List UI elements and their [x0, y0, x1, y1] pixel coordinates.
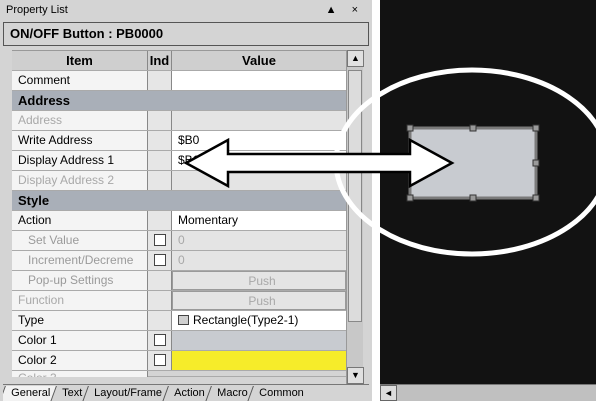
row-label: Set Value — [12, 231, 148, 250]
row-function: Function Push — [12, 291, 346, 311]
tab-general[interactable]: General — [3, 386, 58, 401]
row-action[interactable]: Action Momentary — [12, 211, 346, 231]
type-value-label: Rectangle(Type2-1) — [193, 313, 299, 327]
row-label: Color 3 — [12, 371, 148, 377]
row-label: Display Address 1 — [12, 151, 148, 170]
row-ind — [148, 131, 172, 150]
write-address-value-field[interactable]: $B0 — [172, 131, 346, 150]
row-label: Type — [12, 311, 148, 330]
row-comment[interactable]: Comment — [12, 71, 346, 91]
panel-title: Property List — [6, 4, 68, 16]
column-header-ind[interactable]: Ind — [148, 51, 172, 70]
row-label: Comment — [12, 71, 148, 90]
row-ind — [148, 351, 172, 370]
row-set-value: Set Value 0 — [12, 231, 346, 251]
section-style[interactable]: Style — [12, 191, 346, 211]
tab-action[interactable]: Action — [162, 386, 212, 401]
property-grid: Item Ind Value Comment Address Address W… — [12, 50, 346, 377]
row-ind — [148, 331, 172, 350]
row-display-address-2: Display Address 2 — [12, 171, 346, 191]
scroll-thumb[interactable] — [348, 70, 362, 322]
row-label: Display Address 2 — [12, 171, 148, 190]
row-ind — [148, 111, 172, 130]
color2-checkbox[interactable] — [154, 354, 166, 366]
tab-common[interactable]: Common — [247, 386, 311, 401]
display-address-2-value-field — [172, 171, 346, 190]
section-label: Style — [12, 191, 346, 210]
property-vertical-scrollbar[interactable]: ▲ ▼ — [346, 50, 364, 384]
property-list-panel: Property List ▲ × ON/OFF Button : PB0000… — [0, 0, 372, 401]
row-type[interactable]: Type Rectangle(Type2-1) — [12, 311, 346, 331]
section-address[interactable]: Address — [12, 91, 346, 111]
object-header: ON/OFF Button : PB0000 — [3, 22, 369, 46]
row-ind — [148, 171, 172, 190]
popup-settings-button[interactable]: Push — [172, 271, 346, 290]
tab-layout-frame[interactable]: Layout/Frame — [82, 386, 170, 401]
increment-checkbox[interactable] — [154, 254, 166, 266]
tab-macro[interactable]: Macro — [204, 386, 255, 401]
panel-title-bar: Property List ▲ × — [0, 0, 372, 20]
row-ind — [148, 311, 172, 330]
function-button[interactable]: Push — [172, 291, 346, 310]
scroll-left-icon[interactable]: ◄ — [380, 385, 397, 401]
grid-header-row: Item Ind Value — [12, 51, 346, 71]
row-label: Pop-up Settings — [12, 271, 148, 290]
scroll-down-icon[interactable]: ▼ — [347, 367, 364, 384]
row-label: Increment/Decreme — [12, 251, 148, 270]
rectangle-shape-icon — [178, 315, 189, 325]
action-value-select[interactable]: Momentary — [172, 211, 346, 230]
row-ind — [148, 151, 172, 170]
row-color1[interactable]: Color 1 — [12, 331, 346, 351]
panel-title-buttons[interactable]: ▲ × — [326, 0, 364, 20]
row-ind — [148, 291, 172, 310]
color2-swatch[interactable] — [172, 351, 346, 370]
canvas-horizontal-scrollbar[interactable]: ◄ — [380, 384, 596, 401]
property-tabs: General Text Layout/Frame Action Macro Common — [3, 384, 369, 401]
column-header-item[interactable]: Item — [12, 51, 148, 70]
row-popup-settings: Pop-up Settings Push — [12, 271, 346, 291]
comment-value-field[interactable] — [172, 71, 346, 90]
row-color2[interactable]: Color 2 — [12, 351, 346, 371]
row-label: Action — [12, 211, 148, 230]
row-display-address-1[interactable]: Display Address 1 $B1 — [12, 151, 346, 171]
row-label: Address — [12, 111, 148, 130]
row-label: Function — [12, 291, 148, 310]
color1-checkbox[interactable] — [154, 334, 166, 346]
screen-canvas[interactable] — [380, 0, 596, 384]
row-ind — [148, 271, 172, 290]
address-value-field — [172, 111, 346, 130]
set-value-checkbox[interactable] — [154, 234, 166, 246]
scroll-up-icon[interactable]: ▲ — [347, 50, 364, 67]
row-label: Color 2 — [12, 351, 148, 370]
display-address-1-value-field[interactable]: $B1 — [172, 151, 346, 170]
row-ind — [148, 231, 172, 250]
increment-value-field: 0 — [172, 251, 346, 270]
row-address: Address — [12, 111, 346, 131]
type-value-select[interactable]: Rectangle(Type2-1) — [172, 311, 346, 330]
row-increment: Increment/Decreme 0 — [12, 251, 346, 271]
section-label: Address — [12, 91, 346, 110]
column-header-value[interactable]: Value — [172, 51, 346, 70]
row-label: Write Address — [12, 131, 148, 150]
row-write-address[interactable]: Write Address $B0 — [12, 131, 346, 151]
row-label: Color 1 — [12, 331, 148, 350]
row-ind — [148, 71, 172, 90]
set-value-field: 0 — [172, 231, 346, 250]
row-ind — [148, 251, 172, 270]
color1-swatch[interactable] — [172, 331, 346, 350]
row-color3: Color 3 — [12, 371, 346, 377]
row-ind — [148, 211, 172, 230]
